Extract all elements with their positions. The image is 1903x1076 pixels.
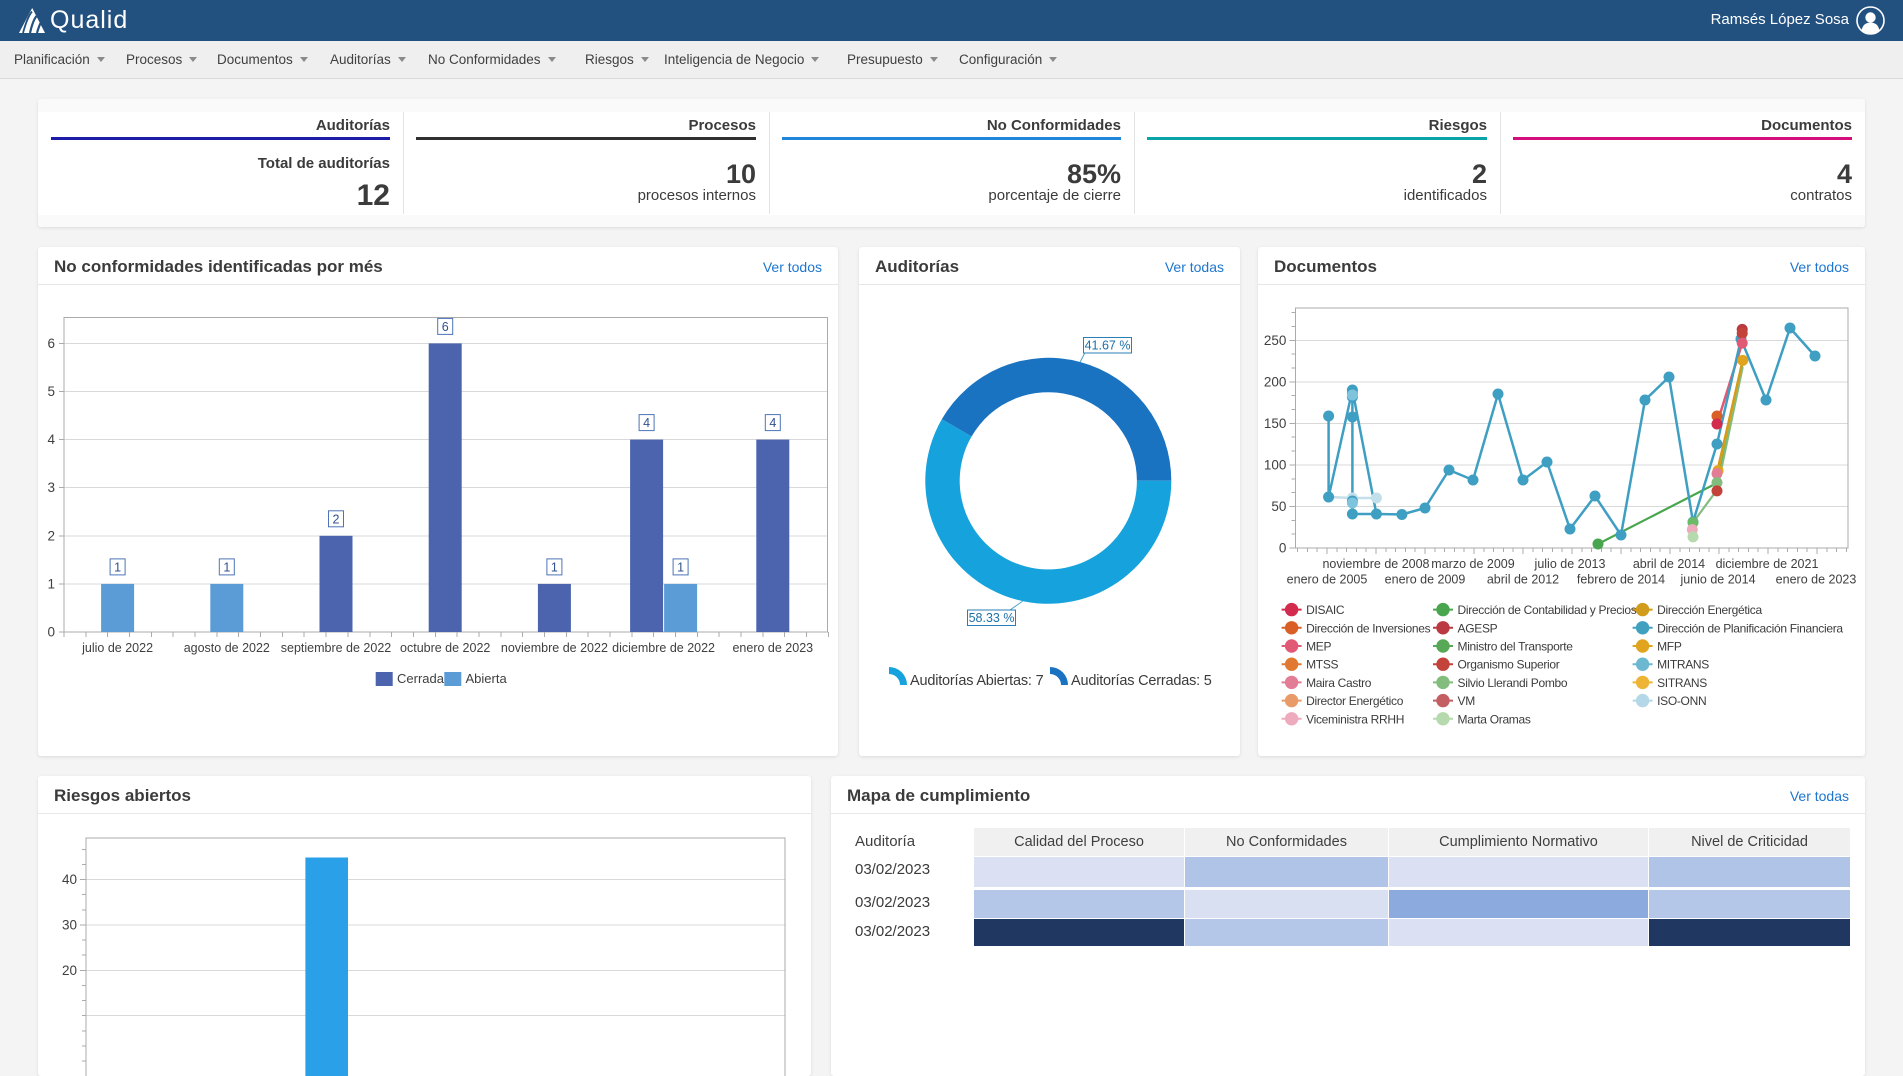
svg-text:Director Energético: Director Energético bbox=[1306, 694, 1404, 708]
svg-text:Abierta: Abierta bbox=[466, 671, 508, 686]
svg-text:VM: VM bbox=[1458, 694, 1476, 708]
svg-text:5: 5 bbox=[47, 384, 55, 399]
svg-text:Dirección Energética: Dirección Energética bbox=[1657, 603, 1762, 617]
svg-text:julio de 2022: julio de 2022 bbox=[81, 641, 153, 655]
svg-text:1: 1 bbox=[114, 560, 121, 574]
svg-text:MFP: MFP bbox=[1657, 640, 1682, 654]
svg-text:diciembre de 2022: diciembre de 2022 bbox=[612, 641, 715, 655]
svg-text:150: 150 bbox=[1264, 416, 1287, 431]
svg-text:noviembre de 2008: noviembre de 2008 bbox=[1322, 557, 1429, 571]
svg-text:Auditorías Cerradas: 5: Auditorías Cerradas: 5 bbox=[1071, 673, 1212, 689]
svg-text:100: 100 bbox=[1264, 457, 1287, 472]
svg-text:SITRANS: SITRANS bbox=[1657, 676, 1707, 690]
svg-text:enero de 2023: enero de 2023 bbox=[1776, 573, 1857, 587]
svg-text:Viceministra RRHH: Viceministra RRHH bbox=[1306, 712, 1404, 726]
svg-text:AGESP: AGESP bbox=[1458, 621, 1498, 635]
svg-text:2: 2 bbox=[47, 528, 55, 543]
svg-text:1: 1 bbox=[677, 560, 684, 574]
svg-text:Maira Castro: Maira Castro bbox=[1306, 676, 1372, 690]
svg-text:58.33 %: 58.33 % bbox=[969, 611, 1015, 625]
svg-text:1: 1 bbox=[47, 576, 55, 591]
svg-text:marzo de 2009: marzo de 2009 bbox=[1431, 557, 1514, 571]
svg-text:200: 200 bbox=[1264, 374, 1287, 389]
svg-text:septiembre de 2022: septiembre de 2022 bbox=[281, 641, 392, 655]
svg-text:4: 4 bbox=[47, 432, 55, 447]
svg-text:0: 0 bbox=[1279, 541, 1287, 556]
svg-text:Organismo Superior: Organismo Superior bbox=[1458, 658, 1560, 672]
svg-text:Marta Oramas: Marta Oramas bbox=[1458, 712, 1531, 726]
svg-text:6: 6 bbox=[47, 336, 55, 351]
svg-text:1: 1 bbox=[551, 560, 558, 574]
svg-text:ISO-ONN: ISO-ONN bbox=[1657, 694, 1706, 708]
svg-text:agosto de 2022: agosto de 2022 bbox=[184, 641, 270, 655]
svg-text:41.67 %: 41.67 % bbox=[1085, 339, 1131, 353]
svg-text:Dirección de Planificación Fin: Dirección de Planificación Financiera bbox=[1657, 621, 1843, 635]
svg-text:Cerrada: Cerrada bbox=[397, 671, 445, 686]
svg-text:Silvio Llerandi Pombo: Silvio Llerandi Pombo bbox=[1458, 676, 1568, 690]
svg-text:0: 0 bbox=[47, 625, 55, 640]
svg-text:octubre de 2022: octubre de 2022 bbox=[400, 641, 490, 655]
svg-text:abril de 2012: abril de 2012 bbox=[1487, 573, 1559, 587]
svg-text:DISAIC: DISAIC bbox=[1306, 603, 1345, 617]
svg-text:6: 6 bbox=[442, 320, 449, 334]
svg-text:1: 1 bbox=[223, 560, 230, 574]
svg-text:Dirección de Contabilidad y Pr: Dirección de Contabilidad y Precios bbox=[1458, 603, 1637, 617]
svg-text:julio de 2013: julio de 2013 bbox=[1534, 557, 1606, 571]
svg-text:abril de 2014: abril de 2014 bbox=[1633, 557, 1705, 571]
svg-text:noviembre de 2022: noviembre de 2022 bbox=[501, 641, 608, 655]
svg-text:Dirección de Inversiones: Dirección de Inversiones bbox=[1306, 621, 1430, 635]
svg-text:40: 40 bbox=[62, 872, 77, 887]
svg-text:50: 50 bbox=[1271, 499, 1286, 514]
svg-text:250: 250 bbox=[1264, 333, 1287, 348]
svg-text:4: 4 bbox=[769, 416, 776, 430]
svg-text:30: 30 bbox=[62, 917, 77, 932]
svg-text:20: 20 bbox=[62, 963, 77, 978]
svg-text:febrero de 2014: febrero de 2014 bbox=[1577, 573, 1665, 587]
svg-text:junio de 2014: junio de 2014 bbox=[1679, 573, 1755, 587]
svg-text:2: 2 bbox=[333, 512, 340, 526]
svg-text:MEP: MEP bbox=[1306, 640, 1331, 654]
svg-text:Ministro del Transporte: Ministro del Transporte bbox=[1458, 640, 1574, 654]
svg-text:diciembre de 2021: diciembre de 2021 bbox=[1716, 557, 1819, 571]
svg-text:MTSS: MTSS bbox=[1306, 658, 1338, 672]
svg-text:enero de 2023: enero de 2023 bbox=[732, 641, 813, 655]
svg-text:Auditorías Abiertas: 7: Auditorías Abiertas: 7 bbox=[910, 673, 1044, 689]
svg-text:4: 4 bbox=[643, 416, 650, 430]
svg-text:3: 3 bbox=[47, 480, 55, 495]
svg-text:MITRANS: MITRANS bbox=[1657, 658, 1709, 672]
svg-text:enero de 2009: enero de 2009 bbox=[1385, 573, 1466, 587]
svg-text:enero de 2005: enero de 2005 bbox=[1287, 573, 1368, 587]
